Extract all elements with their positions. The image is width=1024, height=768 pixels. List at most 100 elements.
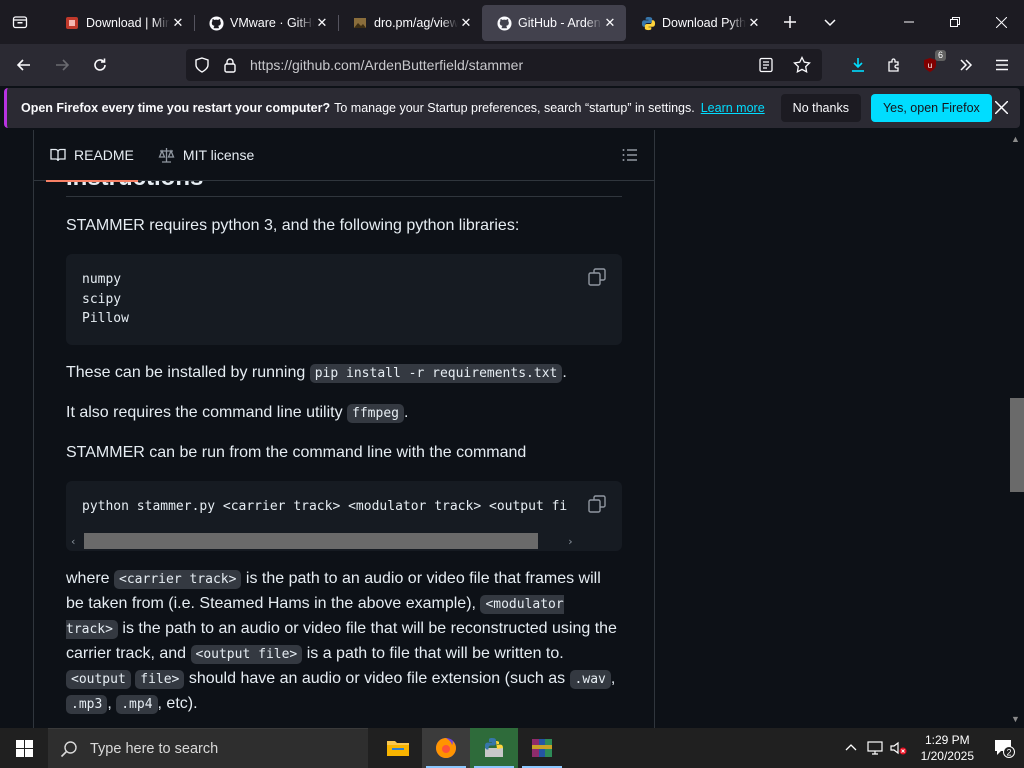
- menu-button[interactable]: [984, 47, 1020, 83]
- clock-date: 1/20/2025: [920, 749, 974, 763]
- taskbar-python-installer[interactable]: [470, 728, 518, 768]
- close-tab-icon[interactable]: ✕: [746, 15, 762, 31]
- scrollbar-thumb[interactable]: [84, 533, 538, 549]
- inline-code: <output: [66, 670, 131, 689]
- show-hidden-icons-button[interactable]: [839, 742, 863, 754]
- scroll-up-icon[interactable]: ▲: [1011, 134, 1020, 144]
- close-tab-icon[interactable]: ✕: [170, 15, 186, 31]
- close-icon: [994, 100, 1009, 115]
- bookmark-button[interactable]: [784, 47, 820, 83]
- paragraph-run: STAMMER can be run from the command line…: [66, 444, 527, 461]
- chevron-up-icon: [845, 744, 857, 751]
- address-bar[interactable]: https://github.com/ArdenButterfield/stam…: [186, 49, 822, 81]
- scroll-left-icon[interactable]: ‹: [70, 532, 77, 551]
- notification-count: 2: [1006, 748, 1011, 758]
- folder-tabs-icon: [12, 16, 28, 29]
- tab-github-stammer[interactable]: GitHub - ArdenButterfield/stammer ✕: [482, 5, 626, 41]
- page-vertical-scrollbar[interactable]: ▲ ▼: [1007, 130, 1024, 728]
- tab-list-button[interactable]: [0, 0, 40, 44]
- github-icon: [496, 15, 512, 31]
- startup-notification: Open Firefox every time you restart your…: [4, 88, 1020, 128]
- copy-icon: [588, 495, 606, 513]
- learn-more-link[interactable]: Learn more: [701, 101, 765, 115]
- tab-download-mir[interactable]: Download | Mir ✕: [50, 5, 195, 41]
- code-line: numpy: [82, 272, 122, 287]
- code-line: scipy: [82, 291, 122, 307]
- tab-license[interactable]: MIT license: [158, 130, 254, 181]
- reader-view-button[interactable]: [748, 47, 784, 83]
- restore-button[interactable]: [932, 0, 978, 44]
- minimize-button[interactable]: [886, 0, 932, 44]
- back-button[interactable]: [6, 49, 42, 81]
- inline-code: .mp4: [116, 695, 158, 714]
- inline-code: file>: [135, 670, 185, 689]
- close-window-button[interactable]: [978, 0, 1024, 44]
- extensions-button[interactable]: [876, 47, 912, 83]
- search-icon: [60, 740, 77, 757]
- windows-taskbar: Type here to search 1:29 PM 1/20/2025 2: [0, 728, 1024, 768]
- code-line: Pillow: [82, 311, 129, 326]
- taskbar-file-explorer[interactable]: [374, 728, 422, 768]
- new-tab-button[interactable]: [770, 0, 810, 44]
- plus-icon: [784, 16, 796, 28]
- tab-readme[interactable]: README: [46, 130, 138, 182]
- page-content: README MIT license Instructions STAMMER …: [0, 130, 1024, 728]
- copy-button[interactable]: [588, 268, 606, 286]
- start-button[interactable]: [0, 728, 48, 768]
- minimize-icon: [904, 21, 914, 23]
- taskbar-firefox[interactable]: [422, 728, 470, 768]
- close-icon: [995, 16, 1007, 28]
- tab-strip: Download | Mir ✕ VMware · GitHub ✕ dro.p…: [0, 0, 1024, 44]
- firefox-icon: [436, 738, 456, 758]
- scrollbar-thumb[interactable]: [1010, 398, 1024, 492]
- svg-text:u: u: [928, 61, 932, 70]
- paragraph-install: These can be installed by running pip in…: [66, 364, 567, 383]
- lock-icon[interactable]: [222, 57, 238, 73]
- download-icon: [852, 58, 864, 72]
- code-horizontal-scrollbar[interactable]: ‹ ›: [70, 533, 618, 549]
- readme-panel: README MIT license Instructions STAMMER …: [33, 130, 655, 728]
- tab-dro-pm[interactable]: dro.pm/ag/view ✕: [338, 5, 482, 41]
- close-notification-button[interactable]: [994, 98, 1009, 119]
- inline-code: ffmpeg: [347, 404, 404, 423]
- taskbar-winrar[interactable]: [518, 728, 566, 768]
- notification-icon: 2: [995, 740, 1015, 758]
- puzzle-icon: [887, 57, 899, 72]
- system-tray: 1:29 PM 1/20/2025 2: [839, 728, 1024, 768]
- shield-icon[interactable]: [194, 57, 210, 73]
- scroll-down-icon[interactable]: ▼: [1011, 714, 1020, 724]
- forward-button[interactable]: [44, 49, 80, 81]
- volume-button[interactable]: [887, 741, 911, 755]
- requirements-code-block: numpy scipy Pillow: [66, 254, 622, 345]
- tab-vmware-github[interactable]: VMware · GitHub ✕: [194, 5, 339, 41]
- tab-download-python[interactable]: Download Python ✕: [626, 5, 770, 41]
- page-icon: [64, 15, 80, 31]
- close-tab-icon[interactable]: ✕: [602, 15, 618, 31]
- inline-code: <output file>: [190, 645, 303, 664]
- no-thanks-button[interactable]: No thanks: [780, 94, 861, 122]
- arrow-left-icon: [16, 59, 30, 71]
- volume-muted-icon: [890, 741, 907, 755]
- folder-icon: [387, 741, 409, 756]
- close-tab-icon[interactable]: ✕: [314, 15, 330, 31]
- python-installer-icon: [485, 738, 503, 757]
- action-center-button[interactable]: 2: [984, 737, 1024, 759]
- more-tools-button[interactable]: [948, 47, 984, 83]
- scroll-right-icon[interactable]: ›: [567, 532, 574, 551]
- readme-header: README MIT license: [34, 130, 654, 182]
- clock[interactable]: 1:29 PM 1/20/2025: [911, 732, 984, 764]
- taskbar-search[interactable]: Type here to search: [48, 728, 368, 768]
- downloads-button[interactable]: [840, 47, 876, 83]
- copy-button[interactable]: [588, 495, 606, 513]
- ublock-button[interactable]: u 6: [912, 47, 948, 83]
- url-text[interactable]: https://github.com/ArdenButterfield/stam…: [250, 57, 523, 73]
- close-tab-icon[interactable]: ✕: [458, 15, 474, 31]
- open-firefox-button[interactable]: Yes, open Firefox: [870, 94, 992, 122]
- list-all-tabs-button[interactable]: [810, 0, 850, 44]
- outline-button[interactable]: [622, 148, 638, 165]
- reload-button[interactable]: [82, 49, 118, 81]
- paragraph-requirements: STAMMER requires python 3, and the follo…: [66, 217, 520, 234]
- window-controls: [886, 0, 1024, 44]
- list-unordered-icon: [622, 149, 637, 161]
- network-button[interactable]: [863, 741, 887, 755]
